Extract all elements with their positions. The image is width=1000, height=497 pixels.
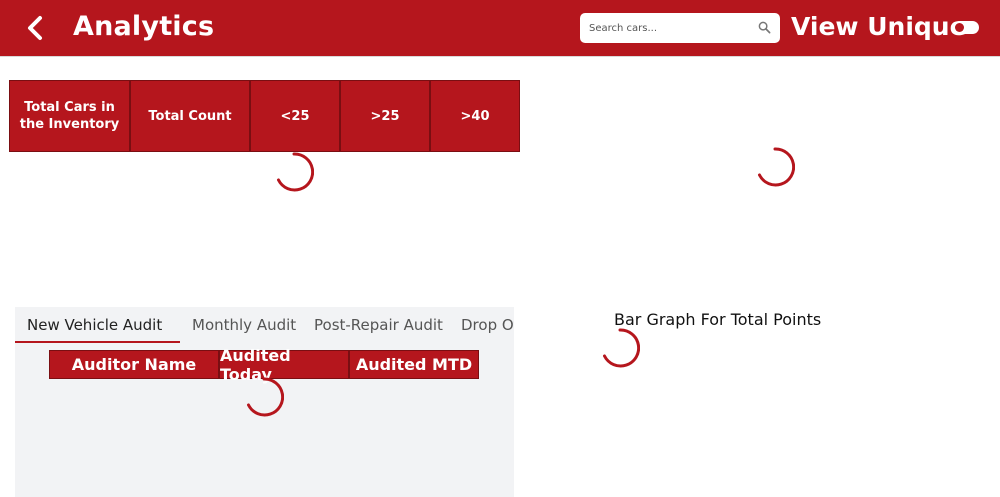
search-icon[interactable] xyxy=(758,21,771,34)
tab-drop-off[interactable]: Drop Off xyxy=(461,316,514,334)
audit-table-header: Auditor Name Audited Today Audited MTD xyxy=(49,346,479,384)
inventory-table-header: Total Cars in the Inventory Total Count … xyxy=(9,80,520,152)
app-header: Analytics View Unique xyxy=(0,0,1000,57)
column-header-over-25: >25 xyxy=(340,80,430,152)
tab-new-vehicle-audit[interactable]: New Vehicle Audit xyxy=(27,316,162,334)
loading-spinner-icon xyxy=(603,328,640,368)
search-box[interactable] xyxy=(580,13,780,43)
search-input[interactable] xyxy=(589,22,749,34)
back-button[interactable] xyxy=(22,14,48,42)
column-header-audited-mtd: Audited MTD xyxy=(349,350,479,379)
tab-post-repair-audit[interactable]: Post-Repair Audit xyxy=(314,316,443,334)
tab-monthly-audit[interactable]: Monthly Audit xyxy=(192,316,296,334)
page-title: Analytics xyxy=(73,11,215,42)
column-header-total-cars: Total Cars in the Inventory xyxy=(9,80,130,152)
column-header-audited-today: Audited Today xyxy=(219,346,349,384)
view-unique-toggle[interactable] xyxy=(953,21,979,34)
bar-graph-title: Bar Graph For Total Points xyxy=(614,310,822,329)
loading-spinner-icon xyxy=(758,147,795,187)
active-tab-indicator xyxy=(15,341,180,343)
audit-panel: New Vehicle Audit Monthly Audit Post-Rep… xyxy=(15,307,514,497)
view-unique-label: View Unique xyxy=(791,12,967,41)
audit-tabs: New Vehicle Audit Monthly Audit Post-Rep… xyxy=(15,307,514,343)
column-header-auditor-name: Auditor Name xyxy=(49,350,219,379)
column-header-over-40: >40 xyxy=(430,80,520,152)
column-header-under-25: <25 xyxy=(250,80,340,152)
back-arrow-icon xyxy=(28,16,42,40)
loading-spinner-icon xyxy=(277,152,314,192)
column-header-total-count: Total Count xyxy=(130,80,250,152)
loading-spinner-icon xyxy=(247,377,284,417)
toggle-knob xyxy=(955,23,964,32)
